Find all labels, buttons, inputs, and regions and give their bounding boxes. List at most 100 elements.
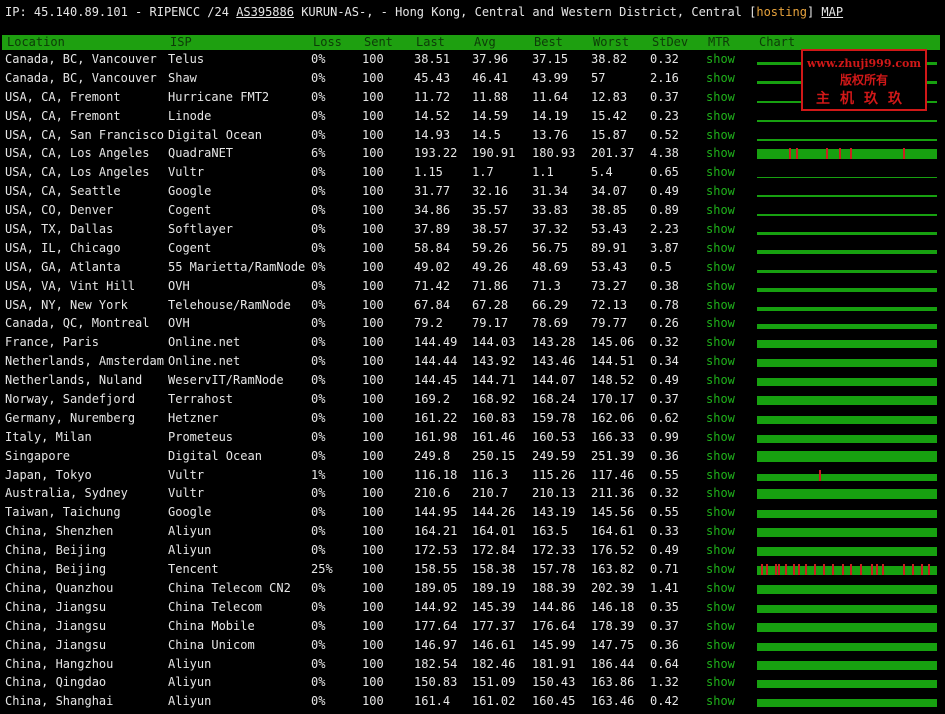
cell-worst: 89.91 [591, 240, 628, 255]
mtr-show-link[interactable]: show [706, 145, 735, 161]
cell-sent: 100 [362, 297, 384, 312]
mtr-show-link[interactable]: show [706, 599, 735, 615]
mtr-show-link[interactable]: show [706, 467, 735, 483]
mtr-show-link[interactable]: show [706, 618, 735, 634]
mtr-show-link[interactable]: show [706, 202, 735, 218]
cell-sent: 100 [362, 89, 384, 104]
latency-bar [757, 287, 937, 292]
mtr-show-link[interactable]: show [706, 656, 735, 672]
mtr-show-link[interactable]: show [706, 70, 735, 86]
cell-location: Netherlands, Nuland [5, 373, 143, 388]
cell-sent: 100 [362, 524, 384, 539]
mtr-show-link[interactable]: show [706, 259, 735, 275]
cell-location: Italy, Milan [5, 429, 92, 444]
mtr-show-link[interactable]: show [706, 391, 735, 407]
cell-best: 180.93 [532, 146, 576, 161]
cell-worst: 178.39 [591, 618, 635, 633]
mtr-show-link[interactable]: show [706, 240, 735, 256]
cell-location: Canada, QC, Montreal [5, 316, 150, 331]
header-isp[interactable]: ISP [170, 35, 192, 50]
cell-last: 38.51 [414, 52, 451, 66]
mtr-show-link[interactable]: show [706, 278, 735, 294]
mtr-show-link[interactable]: show [706, 51, 735, 67]
cell-stdev: 0.38 [650, 278, 679, 293]
cell-location: USA, CA, Seattle [5, 184, 121, 199]
cell-last: 11.72 [414, 89, 451, 104]
mtr-show-link[interactable]: show [706, 315, 735, 331]
mtr-show-link[interactable]: show [706, 183, 735, 199]
table-row: Netherlands, Nuland WeservIT/RamNode 0% 100… [0, 372, 945, 391]
mtr-show-link[interactable]: show [706, 448, 735, 464]
cell-sent: 100 [362, 618, 384, 633]
cell-worst: 163.46 [591, 694, 635, 709]
mtr-show-link[interactable]: show [706, 127, 735, 143]
header-sent[interactable]: Sent [364, 35, 393, 50]
mtr-show-link[interactable]: show [706, 353, 735, 369]
asn-link[interactable]: AS395886 [236, 5, 294, 19]
header-loss[interactable]: Loss [313, 35, 342, 50]
cell-loss: 0% [311, 429, 326, 444]
cell-location: Norway, Sandefjord [5, 392, 136, 407]
packet-loss-spike [839, 148, 841, 160]
header-worst[interactable]: Worst [593, 35, 629, 50]
mtr-show-link[interactable]: show [706, 297, 735, 313]
mtr-show-link[interactable]: show [706, 221, 735, 237]
cell-last: 144.95 [414, 505, 458, 520]
ip-prefix: IP: 45.140.89.101 - RIPENCC /24 [5, 5, 237, 19]
latency-chart [757, 677, 937, 689]
mtr-show-link[interactable]: show [706, 334, 735, 350]
packet-loss-spike [871, 564, 873, 576]
cell-isp: Softlayer [168, 222, 234, 237]
cell-isp: Google [168, 184, 212, 199]
mtr-show-link[interactable]: show [706, 580, 735, 596]
cell-sent: 100 [362, 392, 384, 407]
cell-loss: 0% [311, 505, 326, 520]
cell-best: 37.15 [532, 52, 569, 66]
cell-isp: Vultr [168, 467, 205, 482]
table-row: USA, CO, Denver Cogent 0% 100 34.86 35.57 33.8… [0, 202, 945, 221]
header-location[interactable]: Location [7, 35, 65, 50]
latency-bar [757, 604, 937, 613]
mtr-show-link[interactable]: show [706, 637, 735, 653]
mtr-show-link[interactable]: show [706, 429, 735, 445]
cell-loss: 0% [311, 486, 326, 501]
cell-isp: Aliyun [168, 675, 212, 690]
cell-stdev: 2.16 [650, 70, 679, 85]
mtr-show-link[interactable]: show [706, 89, 735, 105]
cell-worst: 38.85 [591, 203, 628, 218]
mtr-show-link[interactable]: show [706, 674, 735, 690]
mtr-show-link[interactable]: show [706, 693, 735, 709]
cell-location: USA, CA, Los Angeles [5, 146, 150, 161]
cell-sent: 100 [362, 259, 384, 274]
mtr-show-link[interactable]: show [706, 108, 735, 124]
cell-worst: 38.82 [591, 52, 628, 66]
cell-location: Singapore [5, 448, 71, 463]
cell-stdev: 0.49 [650, 184, 679, 199]
latency-bar [757, 269, 937, 273]
cell-isp: OVH [168, 316, 190, 331]
mtr-show-link[interactable]: show [706, 561, 735, 577]
header-best[interactable]: Best [534, 35, 563, 50]
header-avg[interactable]: Avg [474, 35, 496, 50]
mtr-show-link[interactable]: show [706, 542, 735, 558]
mtr-show-link[interactable]: show [706, 485, 735, 501]
cell-sent: 100 [362, 486, 384, 501]
cell-isp: QuadraNET [168, 146, 234, 161]
mtr-show-link[interactable]: show [706, 523, 735, 539]
header-stdev[interactable]: StDev [652, 35, 688, 50]
cell-stdev: 0.64 [650, 656, 679, 671]
map-link[interactable]: MAP [821, 5, 843, 19]
cell-isp: Aliyun [168, 656, 212, 671]
mtr-show-link[interactable]: show [706, 410, 735, 426]
cell-sent: 100 [362, 222, 384, 237]
cell-worst: 5.4 [591, 165, 613, 180]
cell-sent: 100 [362, 52, 384, 66]
mtr-show-link[interactable]: show [706, 372, 735, 388]
cell-loss: 0% [311, 354, 326, 369]
cell-location: China, Jiangsu [5, 637, 107, 652]
header-last[interactable]: Last [416, 35, 445, 50]
cell-stdev: 0.37 [650, 618, 679, 633]
mtr-show-link[interactable]: show [706, 504, 735, 520]
latency-bar [757, 324, 937, 330]
mtr-show-link[interactable]: show [706, 164, 735, 180]
